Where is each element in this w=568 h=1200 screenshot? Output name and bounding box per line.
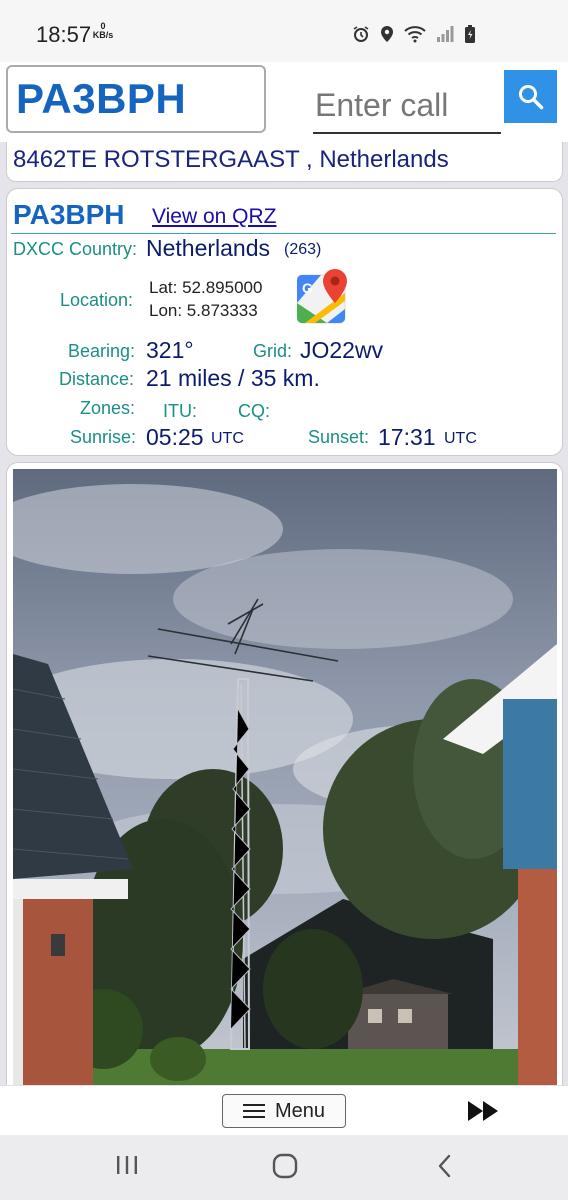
address-text: 8462TE ROTSTERGAAST , Netherlands bbox=[13, 146, 449, 173]
recent-apps-icon[interactable] bbox=[114, 1153, 140, 1177]
distance-label: Distance: bbox=[59, 369, 135, 389]
cq-label: CQ: bbox=[238, 401, 271, 421]
home-icon[interactable] bbox=[271, 1153, 299, 1179]
callsign-title: PA3BPH bbox=[16, 75, 187, 122]
location-label: Location: bbox=[60, 290, 134, 310]
sunrise-value: 05:25 bbox=[146, 424, 204, 450]
itu-label: ITU: bbox=[163, 401, 197, 421]
status-time: 18:57 bbox=[36, 22, 92, 47]
battery-charging-icon bbox=[465, 25, 475, 43]
grid-value: JO22wv bbox=[300, 337, 384, 363]
call-search-input[interactable] bbox=[313, 78, 501, 134]
station-photo-card bbox=[6, 462, 563, 1102]
sunset-value: 17:31 bbox=[378, 424, 436, 450]
back-icon[interactable] bbox=[434, 1153, 456, 1179]
location-icon bbox=[381, 26, 393, 42]
view-on-qrz-link[interactable]: View on QRZ bbox=[152, 205, 277, 229]
divider bbox=[11, 233, 556, 234]
sunrise-utc: UTC bbox=[211, 430, 244, 447]
zones-label: Zones: bbox=[80, 398, 136, 418]
status-bar: 18:57 0 KB/s bbox=[0, 0, 568, 62]
latitude: Lat: 52.895000 bbox=[149, 278, 263, 297]
station-antenna-photo bbox=[13, 469, 557, 1101]
station-info-card: PA3BPH View on QRZ DXCC Country: Netherl… bbox=[6, 188, 563, 456]
dxcc-value: Netherlands bbox=[146, 235, 271, 261]
search-button[interactable] bbox=[504, 70, 557, 123]
search-icon bbox=[518, 84, 543, 109]
hamburger-icon bbox=[242, 1104, 265, 1118]
callsign-display[interactable]: PA3BPH bbox=[6, 65, 266, 133]
bearing-value: 321° bbox=[146, 337, 194, 363]
menu-button[interactable]: Menu bbox=[222, 1094, 346, 1128]
signal-icon bbox=[437, 26, 454, 42]
wifi-icon bbox=[404, 26, 426, 43]
dxcc-label: DXCC Country: bbox=[13, 239, 138, 259]
network-speed-unit: KB/s bbox=[92, 30, 114, 40]
bearing-label: Bearing: bbox=[68, 341, 136, 361]
longitude: Lon: 5.873333 bbox=[149, 301, 258, 320]
grid-label: Grid: bbox=[253, 341, 293, 361]
menu-label: Menu bbox=[274, 1099, 326, 1122]
sunset-utc: UTC bbox=[444, 430, 477, 447]
address-card: 8462TE ROTSTERGAAST , Netherlands bbox=[6, 142, 563, 182]
sunset-label: Sunset: bbox=[308, 427, 370, 447]
system-navigation-bar bbox=[0, 1135, 568, 1200]
distance-value: 21 miles / 35 km. bbox=[146, 365, 320, 391]
sunrise-label: Sunrise: bbox=[70, 427, 137, 447]
bottom-bar: Menu bbox=[0, 1085, 568, 1136]
dxcc-code: (263) bbox=[284, 241, 322, 258]
info-callsign: PA3BPH bbox=[13, 199, 125, 230]
status-icons bbox=[352, 24, 476, 44]
svg-text:G: G bbox=[302, 280, 313, 296]
fast-forward-icon[interactable] bbox=[466, 1100, 502, 1122]
network-speed: 0 KB/s bbox=[92, 22, 114, 40]
google-maps-icon[interactable]: G bbox=[297, 269, 349, 325]
alarm-icon bbox=[353, 26, 369, 42]
